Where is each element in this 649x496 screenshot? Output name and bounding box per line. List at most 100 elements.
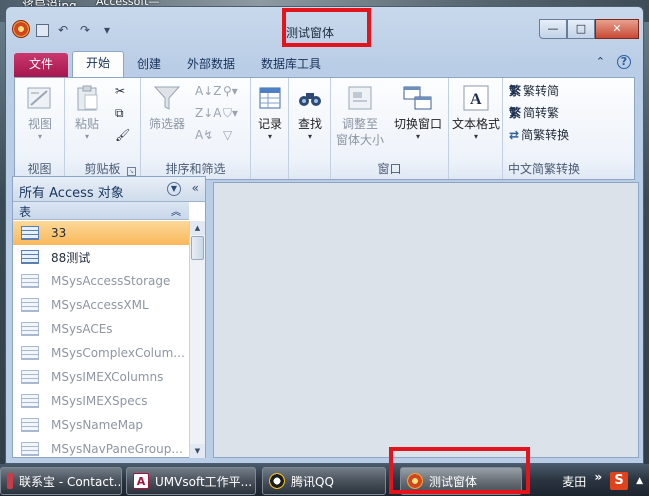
document-workspace bbox=[213, 182, 639, 458]
group-collapse-icon[interactable]: ︽ bbox=[171, 203, 181, 218]
table-icon bbox=[21, 394, 39, 408]
taskbar-highlight-box bbox=[389, 447, 530, 494]
group-records: 记录 ▾ bbox=[251, 78, 289, 179]
convert-icon: ⇄ bbox=[509, 127, 520, 142]
paste-icon bbox=[71, 82, 103, 114]
to-simplified-button[interactable]: 繁 繁转简 bbox=[509, 82, 559, 99]
group-text-format: A 文本格式 ▾ bbox=[449, 78, 503, 179]
nav-scrollbar[interactable]: ▲ ▼ bbox=[189, 221, 205, 458]
nav-group-tables[interactable]: 表 ︽ bbox=[13, 202, 189, 220]
taskbar: 联系宝 - Contact... A UMVsoft工作平... 腾讯QQ 测试… bbox=[0, 464, 649, 496]
switch-window-icon bbox=[402, 82, 434, 114]
tray-label[interactable]: 麦田 bbox=[562, 473, 586, 490]
nav-item[interactable]: MSysAccessStorage bbox=[13, 269, 189, 293]
tray-expand-icon[interactable]: » bbox=[594, 470, 602, 484]
scroll-up-icon[interactable]: ▲ bbox=[190, 221, 205, 235]
nav-item[interactable]: 33 bbox=[13, 221, 189, 245]
sort-ascending-icon[interactable]: A↓Z bbox=[195, 84, 221, 98]
app-icon[interactable] bbox=[12, 20, 30, 38]
group-window: 调整至 窗体大小 切换窗口 ▾ 窗口 bbox=[331, 78, 449, 179]
table-icon bbox=[21, 346, 39, 360]
scroll-thumb[interactable] bbox=[191, 236, 204, 260]
title-highlight-box bbox=[282, 8, 371, 47]
nav-item[interactable]: MSysIMEXSpecs bbox=[13, 389, 189, 413]
format-painter-icon[interactable]: 🖌 bbox=[115, 128, 130, 142]
maximize-button[interactable]: □ bbox=[567, 19, 595, 39]
table-icon bbox=[21, 418, 39, 432]
undo-icon[interactable]: ↶ bbox=[55, 23, 71, 39]
tab-create[interactable]: 创建 bbox=[124, 53, 174, 77]
nav-item[interactable]: MSysNameMap bbox=[13, 413, 189, 437]
table-icon bbox=[21, 322, 39, 336]
binoculars-icon bbox=[294, 82, 326, 114]
paste-button[interactable]: 粘贴 ▾ bbox=[69, 82, 105, 141]
tab-external-data[interactable]: 外部数据 bbox=[174, 53, 248, 77]
ribbon-tabs: 文件 开始 创建 外部数据 数据库工具 bbox=[14, 50, 334, 77]
toggle-filter-icon[interactable]: ▽ bbox=[223, 128, 232, 142]
nav-item[interactable]: 88测试 bbox=[13, 245, 189, 269]
task-qq[interactable]: 腾讯QQ bbox=[262, 467, 386, 495]
advanced-filter-icon[interactable]: ⛉▾ bbox=[223, 106, 238, 121]
group-find: 查找 ▾ bbox=[289, 78, 331, 179]
save-icon[interactable] bbox=[36, 24, 49, 37]
minimize-button[interactable]: — bbox=[539, 19, 567, 39]
tab-home[interactable]: 开始 bbox=[72, 51, 125, 77]
view-button[interactable]: 视图 ▾ bbox=[21, 82, 59, 141]
nav-item[interactable]: MSysIMEXColumns bbox=[13, 365, 189, 389]
copy-icon[interactable]: ⧉ bbox=[115, 106, 124, 121]
filter-button[interactable]: 筛选器 bbox=[145, 82, 189, 132]
switch-window-button[interactable]: 切换窗口 ▾ bbox=[391, 82, 445, 141]
group-sort-filter: 筛选器 A↓Z ⚲▾ Z↓A ⛉▾ A↯ ▽ 排序和筛选 bbox=[141, 78, 251, 179]
group-window-label: 窗口 bbox=[377, 162, 402, 176]
nav-collapse-icon[interactable]: « bbox=[192, 181, 199, 195]
nav-item[interactable]: MSysComplexColum... bbox=[13, 341, 189, 365]
group-chinese-label: 中文简繁转换 bbox=[507, 162, 580, 176]
cut-icon[interactable]: ✂ bbox=[115, 84, 125, 98]
fit-to-form-button[interactable]: 调整至 窗体大小 bbox=[335, 82, 385, 148]
selection-filter-icon[interactable]: ⚲▾ bbox=[223, 84, 238, 98]
table-icon bbox=[21, 250, 39, 264]
text-format-button[interactable]: A 文本格式 ▾ bbox=[451, 82, 501, 141]
help-icon[interactable]: ? bbox=[617, 55, 631, 69]
table-icon bbox=[21, 274, 39, 288]
records-button[interactable]: 记录 ▾ bbox=[253, 82, 287, 141]
find-button[interactable]: 查找 ▾ bbox=[293, 82, 327, 141]
ribbon: 视图 ▾ 视图 粘贴 ▾ ✂ ⧉ 🖌 剪贴板 ↘ 筛选器 A↓Z ⚲▾ Z↓A … bbox=[14, 77, 635, 180]
group-chinese-conversion: 繁 繁转简 繁 简转繁 ⇄ 简繁转换 中文简繁转换 bbox=[503, 78, 585, 179]
sogou-icon[interactable]: S bbox=[610, 472, 629, 490]
records-icon bbox=[254, 82, 286, 114]
nav-item[interactable]: MSysACEs bbox=[13, 317, 189, 341]
text-format-icon: A bbox=[460, 82, 492, 114]
nav-item[interactable]: MSysNavPaneGroup... bbox=[13, 437, 189, 461]
nav-item[interactable]: MSysAccessXML bbox=[13, 293, 189, 317]
redo-icon[interactable]: ↷ bbox=[77, 23, 93, 39]
clipboard-launcher-icon[interactable]: ↘ bbox=[127, 167, 136, 176]
quick-access-toolbar: ↶ ↷ ▾ bbox=[36, 23, 115, 39]
convert-button[interactable]: ⇄ 简繁转换 bbox=[509, 126, 569, 143]
ribbon-right-controls: ⌃ ? bbox=[596, 55, 631, 69]
navigation-pane: 所有 Access 对象 ▼ « 表 ︽ 33 88测试 MSysAccessS… bbox=[12, 176, 206, 458]
scroll-down-icon[interactable]: ▼ bbox=[190, 444, 205, 458]
tab-database-tools[interactable]: 数据库工具 bbox=[248, 53, 334, 77]
customize-qat-icon[interactable]: ▾ bbox=[99, 23, 115, 39]
window-controls: — □ ✕ bbox=[539, 19, 639, 39]
table-icon bbox=[21, 298, 39, 312]
to-traditional-button[interactable]: 繁 简转繁 bbox=[509, 104, 559, 121]
to-simplified-icon: 繁 bbox=[509, 84, 522, 98]
group-clipboard: 粘贴 ▾ ✂ ⧉ 🖌 剪贴板 ↘ bbox=[65, 78, 141, 179]
nav-pane-header[interactable]: 所有 Access 对象 ▼ « bbox=[13, 177, 205, 202]
close-button[interactable]: ✕ bbox=[595, 19, 639, 39]
access-icon: A bbox=[133, 473, 149, 489]
clear-sort-icon[interactable]: A↯ bbox=[195, 128, 213, 142]
tab-file[interactable]: 文件 bbox=[14, 53, 68, 77]
table-icon bbox=[21, 370, 39, 384]
nav-menu-icon[interactable]: ▼ bbox=[167, 182, 181, 196]
task-contacts[interactable]: 联系宝 - Contact... bbox=[0, 467, 122, 495]
task-umvsoft[interactable]: A UMVsoft工作平... bbox=[126, 467, 256, 495]
minimize-ribbon-icon[interactable]: ⌃ bbox=[596, 55, 605, 69]
qq-icon bbox=[269, 473, 285, 489]
sort-descending-icon[interactable]: Z↓A bbox=[195, 106, 221, 120]
filter-icon bbox=[151, 82, 183, 114]
tray-up-icon[interactable]: ▲ bbox=[636, 476, 643, 486]
view-icon bbox=[24, 82, 56, 114]
